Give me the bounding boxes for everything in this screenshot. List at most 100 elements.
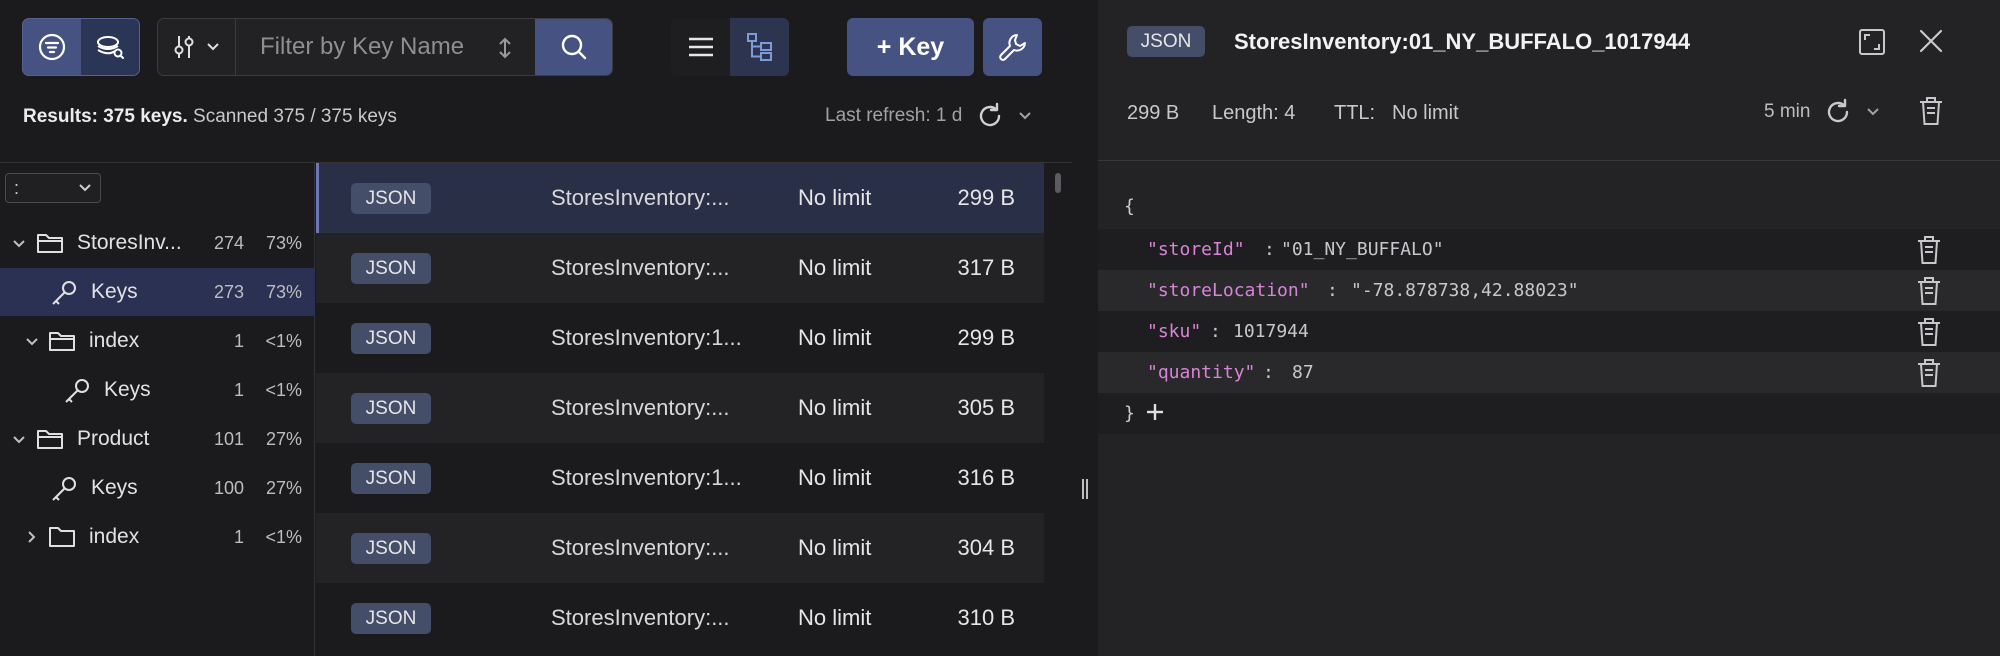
json-key[interactable]: "storeLocation" <box>1147 280 1310 301</box>
tree-node-name: index <box>89 329 140 352</box>
key-row[interactable]: JSON StoresInventory:1... No limit 316 B <box>316 443 1044 513</box>
fullscreen-icon[interactable] <box>1858 28 1886 56</box>
refresh-controls: Last refresh: 1 d <box>825 102 1032 130</box>
ttl-value[interactable]: No limit <box>1392 102 1459 125</box>
tree-node-percent: <1% <box>265 380 302 400</box>
key-ttl: No limit <box>798 185 872 210</box>
refresh-icon[interactable] <box>976 102 1004 130</box>
scroll-thumb[interactable] <box>1055 173 1061 193</box>
list-view-button[interactable] <box>671 18 730 76</box>
view-mode-toggle <box>22 18 140 76</box>
json-colon: : <box>1263 362 1274 383</box>
folder-open-icon <box>49 332 75 351</box>
json-field-row[interactable]: "quantity" : 87 <box>1098 352 2000 393</box>
json-field-row[interactable]: "storeId" : "01_NY_BUFFALO" <box>1098 229 2000 270</box>
json-colon: : <box>1327 280 1338 301</box>
key-ttl: No limit <box>798 535 872 560</box>
tree-node-percent: <1% <box>265 331 302 351</box>
chevron-down-icon <box>206 43 219 51</box>
key-name: StoresInventory:... <box>551 535 730 560</box>
last-refresh-label: Last refresh: 1 d <box>825 105 963 126</box>
chevron-down-icon <box>13 436 25 444</box>
delimiter-select[interactable]: : <box>5 173 101 203</box>
json-value[interactable]: "01_NY_BUFFALO" <box>1281 239 1444 260</box>
auto-refresh-chevron-icon[interactable] <box>1866 107 1880 117</box>
key-row[interactable]: JSON StoresInventory:... No limit 310 B <box>316 583 1044 653</box>
ttl-label: TTL: <box>1334 102 1376 124</box>
key-type-badge: JSON <box>351 463 431 494</box>
drag-handle-icon[interactable] <box>1080 478 1090 500</box>
delete-field-icon[interactable] <box>1916 358 1942 388</box>
key-row[interactable]: JSON StoresInventory:1... No limit 299 B <box>316 303 1044 373</box>
json-key[interactable]: "sku" <box>1147 321 1201 342</box>
delete-field-icon[interactable] <box>1916 276 1942 306</box>
delete-field-icon[interactable] <box>1916 235 1942 265</box>
tree-folder-product[interactable]: Product 101 27% <box>0 415 315 463</box>
tree-leaf-storesinventory-keys[interactable]: Keys 273 73% <box>0 268 315 316</box>
close-icon[interactable] <box>1918 28 1944 54</box>
key-row[interactable]: JSON StoresInventory:... No limit 317 B <box>316 233 1044 303</box>
key-name-filter-input[interactable] <box>260 33 490 61</box>
chevron-right-icon <box>28 531 36 543</box>
key-size: 305 B <box>957 395 1016 420</box>
json-key[interactable]: "quantity" <box>1147 362 1255 383</box>
key-row[interactable]: JSON StoresInventory:... No limit 305 B <box>316 373 1044 443</box>
key-icon <box>52 477 76 501</box>
delete-field-icon[interactable] <box>1916 317 1942 347</box>
folder-open-icon <box>37 430 63 449</box>
tree-folder-storesinventory[interactable]: StoresInv... 274 73% <box>0 219 315 267</box>
json-value[interactable]: "-78.878738,42.88023" <box>1351 280 1579 301</box>
tree-leaf-product-keys[interactable]: Keys 100 27% <box>0 464 315 512</box>
key-type-badge: JSON <box>351 323 431 354</box>
json-value[interactable]: 1017944 <box>1233 321 1309 342</box>
tree-icon <box>746 33 772 61</box>
workbench-button[interactable] <box>983 18 1042 76</box>
pane-splitter[interactable] <box>1072 0 1098 656</box>
key-size: 317 B <box>957 255 1016 280</box>
delimiter-value: : <box>14 177 20 198</box>
key-tree: : StoresInv... 274 73% Keys 273 73% inde… <box>0 163 315 656</box>
chevron-down-icon <box>79 184 91 192</box>
json-value[interactable]: 87 <box>1292 362 1314 383</box>
tree-folder-product-index[interactable]: index 1 <1% <box>0 513 315 561</box>
key-ttl: No limit <box>798 395 872 420</box>
tree-node-count: 100 <box>213 478 244 498</box>
tree-node-count: 1 <box>233 331 244 351</box>
key-type-badge: JSON <box>351 253 431 284</box>
tree-node-name: index <box>89 525 140 548</box>
add-field-icon[interactable] <box>1145 402 1165 422</box>
tree-node-percent: <1% <box>265 527 302 547</box>
refresh-interval: 5 min <box>1764 101 1811 122</box>
refresh-icon[interactable] <box>1824 98 1852 126</box>
json-field-row[interactable]: "storeLocation" : "-78.878738,42.88023" <box>1098 270 2000 311</box>
tree-folder-storesinventory-index[interactable]: index 1 <1% <box>0 317 315 365</box>
sort-arrows-icon[interactable] <box>497 37 513 59</box>
tree-node-percent: 27% <box>265 478 302 498</box>
json-field-row[interactable]: "sku" : 1017944 <box>1098 311 2000 352</box>
json-key[interactable]: "storeId" <box>1147 239 1245 260</box>
key-name-title[interactable]: StoresInventory:01_NY_BUFFALO_1017944 <box>1234 29 1690 55</box>
delete-key-icon[interactable] <box>1918 96 1944 126</box>
key-list-scrollbar[interactable] <box>1044 163 1072 656</box>
browser-view-button[interactable] <box>23 19 81 75</box>
key-row[interactable]: JSON StoresInventory:... No limit 304 B <box>316 513 1044 583</box>
add-key-button[interactable]: + Key <box>847 18 974 76</box>
tree-view-button[interactable] <box>730 18 789 76</box>
details-divider <box>1098 160 2000 161</box>
search-button[interactable] <box>535 19 612 75</box>
search-index-view-button[interactable] <box>81 19 139 75</box>
wrench-icon <box>998 34 1026 61</box>
tree-node-percent: 73% <box>265 282 302 302</box>
key-type-badge: JSON <box>351 533 431 564</box>
auto-refresh-chevron-icon[interactable] <box>1018 111 1032 121</box>
scanned-count: Scanned 375 / 375 keys <box>193 106 397 127</box>
key-icon <box>52 281 76 305</box>
key-row[interactable]: JSON StoresInventory:... No limit 299 B <box>316 163 1044 233</box>
key-filter-bar <box>157 18 613 76</box>
tree-leaf-index-keys[interactable]: Keys 1 <1% <box>0 366 315 414</box>
results-summary: Results: 375 keys. Scanned 375 / 375 key… <box>23 106 397 128</box>
key-type-filter-dropdown[interactable] <box>158 19 236 75</box>
json-colon: : <box>1264 239 1275 260</box>
key-type-badge: JSON <box>351 603 431 634</box>
key-name: StoresInventory:... <box>551 395 730 420</box>
